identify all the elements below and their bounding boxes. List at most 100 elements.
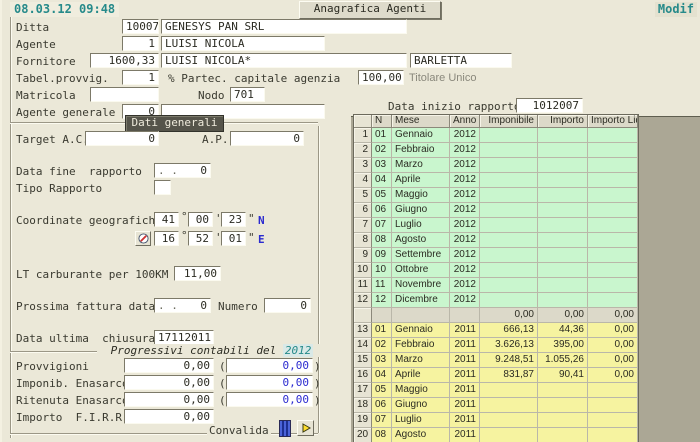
imponib-enasarco-paren-field[interactable]: 0,00 — [226, 375, 313, 390]
ditta-name-field[interactable]: GENESYS PAN SRL — [161, 19, 407, 34]
modif-mode-label[interactable]: Modif — [655, 2, 697, 17]
table-cell: 07 — [372, 218, 392, 233]
firr-label: Importo F.I.R.R. — [16, 411, 129, 424]
page-title-button[interactable]: Anagrafica Agenti — [299, 1, 441, 19]
matricola-field[interactable] — [90, 87, 159, 102]
table-cell — [480, 188, 538, 203]
row-number-header — [354, 115, 372, 128]
convalida-run-button[interactable] — [297, 420, 314, 436]
ritenuta-enasarco-paren-field[interactable]: 0,00 — [226, 392, 313, 407]
date-dots: . . — [158, 164, 178, 177]
dati-generali-button[interactable]: Dati generali — [125, 115, 224, 132]
table-row[interactable]: 202Febbraio2012 — [354, 143, 638, 158]
ditta-label: Ditta — [16, 21, 49, 34]
table-cell — [480, 203, 538, 218]
table-row[interactable]: 1010Ottobre2012 — [354, 263, 638, 278]
table-row[interactable]: 1111Novembre2012 — [354, 278, 638, 293]
fornitore-name-field[interactable]: LUISI NICOLA* — [161, 53, 407, 68]
table-cell: 2011 — [450, 338, 480, 353]
table-row[interactable]: 1705Maggio2011 — [354, 383, 638, 398]
table-row[interactable]: 1212Dicembre2012 — [354, 293, 638, 308]
provvigioni-label: Provvigioni — [16, 360, 89, 373]
table-cell — [354, 308, 372, 323]
target-ac-field[interactable]: 0 — [85, 131, 159, 146]
agente-code-field[interactable]: 1 — [122, 36, 159, 51]
tipo-rapporto-field[interactable] — [154, 180, 171, 195]
table-cell — [588, 263, 638, 278]
table-cell: 09 — [372, 248, 392, 263]
table-cell: 0,00 — [538, 308, 588, 323]
convalida-indicator-icon[interactable] — [279, 420, 291, 437]
imponib-enasarco-field[interactable]: 0,00 — [124, 375, 214, 390]
prossima-fattura-data-field[interactable]: . . 0 — [154, 298, 211, 313]
table-cell — [372, 308, 392, 323]
table-row[interactable]: 505Maggio2012 — [354, 188, 638, 203]
provvigioni-field[interactable]: 0,00 — [124, 358, 214, 373]
datetime-display: 08.03.12 09:48 — [10, 2, 119, 17]
monthly-table: N Mese Anno Imponibile Importo Importo L… — [353, 114, 639, 442]
table-cell: 08 — [372, 428, 392, 442]
table-row[interactable]: 1503Marzo20119.248,511.055,260,00 — [354, 353, 638, 368]
progressivi-title: Progressivi contabili del 2012 — [97, 344, 327, 357]
table-row[interactable]: 909Settembre2012 — [354, 248, 638, 263]
data-inizio-field[interactable]: 1012007 — [516, 98, 583, 113]
matricola-label: Matricola — [16, 89, 76, 102]
table-cell: 7 — [354, 218, 372, 233]
lon-deg-field[interactable]: 16 — [154, 231, 179, 246]
table-cell: 2012 — [450, 203, 480, 218]
ritenuta-enasarco-field[interactable]: 0,00 — [124, 392, 214, 407]
close-paren: ) — [314, 377, 321, 390]
target-ap-field[interactable]: 0 — [230, 131, 304, 146]
table-row[interactable]: 404Aprile2012 — [354, 173, 638, 188]
table-row[interactable]: 606Giugno2012 — [354, 203, 638, 218]
fornitore-code-field[interactable]: 1600,33 — [90, 53, 159, 68]
table-row[interactable]: 101Gennaio2012 — [354, 128, 638, 143]
table-cell: 02 — [372, 338, 392, 353]
table-cell — [480, 233, 538, 248]
table-row[interactable]: 1907Luglio2011 — [354, 413, 638, 428]
nodo-field[interactable]: 701 — [230, 87, 265, 102]
lon-sec-field[interactable]: 01 — [221, 231, 246, 246]
target-ac-label: Target A.C. — [16, 133, 89, 146]
table-cell: Settembre — [392, 248, 450, 263]
numero-field[interactable]: 0 — [264, 298, 311, 313]
provvigioni-paren-field[interactable]: 0,00 — [226, 358, 313, 373]
lt-carburante-field[interactable]: 11,00 — [174, 266, 221, 281]
table-cell: 2 — [354, 143, 372, 158]
table-cell: 4 — [354, 173, 372, 188]
partec-field[interactable]: 100,00 — [358, 70, 404, 85]
data-chiusura-field[interactable]: 17112011 — [154, 330, 214, 345]
table-cell — [588, 398, 638, 413]
table-cell: 10 — [354, 263, 372, 278]
lat-sec-field[interactable]: 23 — [221, 212, 246, 227]
ditta-code-field[interactable]: 10007 — [122, 19, 159, 34]
coordinate-label: Coordinate geografiche — [16, 214, 162, 227]
table-row[interactable]: 1301Gennaio2011666,1344,360,00 — [354, 323, 638, 338]
table-header-row: N Mese Anno Imponibile Importo Importo L… — [354, 115, 638, 128]
table-row[interactable]: 707Luglio2012 — [354, 218, 638, 233]
table-row[interactable]: 303Marzo2012 — [354, 158, 638, 173]
table-subtotal-row[interactable]: 0,000,000,00 — [354, 308, 638, 323]
compass-button[interactable] — [135, 231, 151, 246]
table-row[interactable]: 1604Aprile2011831,8790,410,00 — [354, 368, 638, 383]
agente-name-field[interactable]: LUISI NICOLA — [161, 36, 325, 51]
fornitore-city-field[interactable]: BARLETTA — [410, 53, 512, 68]
sec-symbol: " — [248, 231, 255, 244]
tabel-provvig-field[interactable]: 1 — [122, 70, 159, 85]
table-row[interactable]: 1806Giugno2011 — [354, 398, 638, 413]
lat-deg-field[interactable]: 41 — [154, 212, 179, 227]
table-cell: Dicembre — [392, 293, 450, 308]
table-cell: 0,00 — [588, 353, 638, 368]
table-cell: 90,41 — [538, 368, 588, 383]
table-row[interactable]: 808Agosto2012 — [354, 233, 638, 248]
table-row[interactable]: 2008Agosto2011 — [354, 428, 638, 442]
data-fine-field[interactable]: . . 0 — [154, 163, 211, 178]
table-cell: 01 — [372, 128, 392, 143]
lon-min-field[interactable]: 52 — [188, 231, 213, 246]
table-cell — [480, 158, 538, 173]
col-header-importo: Importo — [538, 115, 588, 128]
firr-field[interactable]: 0,00 — [124, 409, 214, 424]
lat-min-field[interactable]: 00 — [188, 212, 213, 227]
imponib-enasarco-label: Imponib. Enasarco — [16, 377, 129, 390]
table-row[interactable]: 1402Febbraio20113.626,13395,000,00 — [354, 338, 638, 353]
